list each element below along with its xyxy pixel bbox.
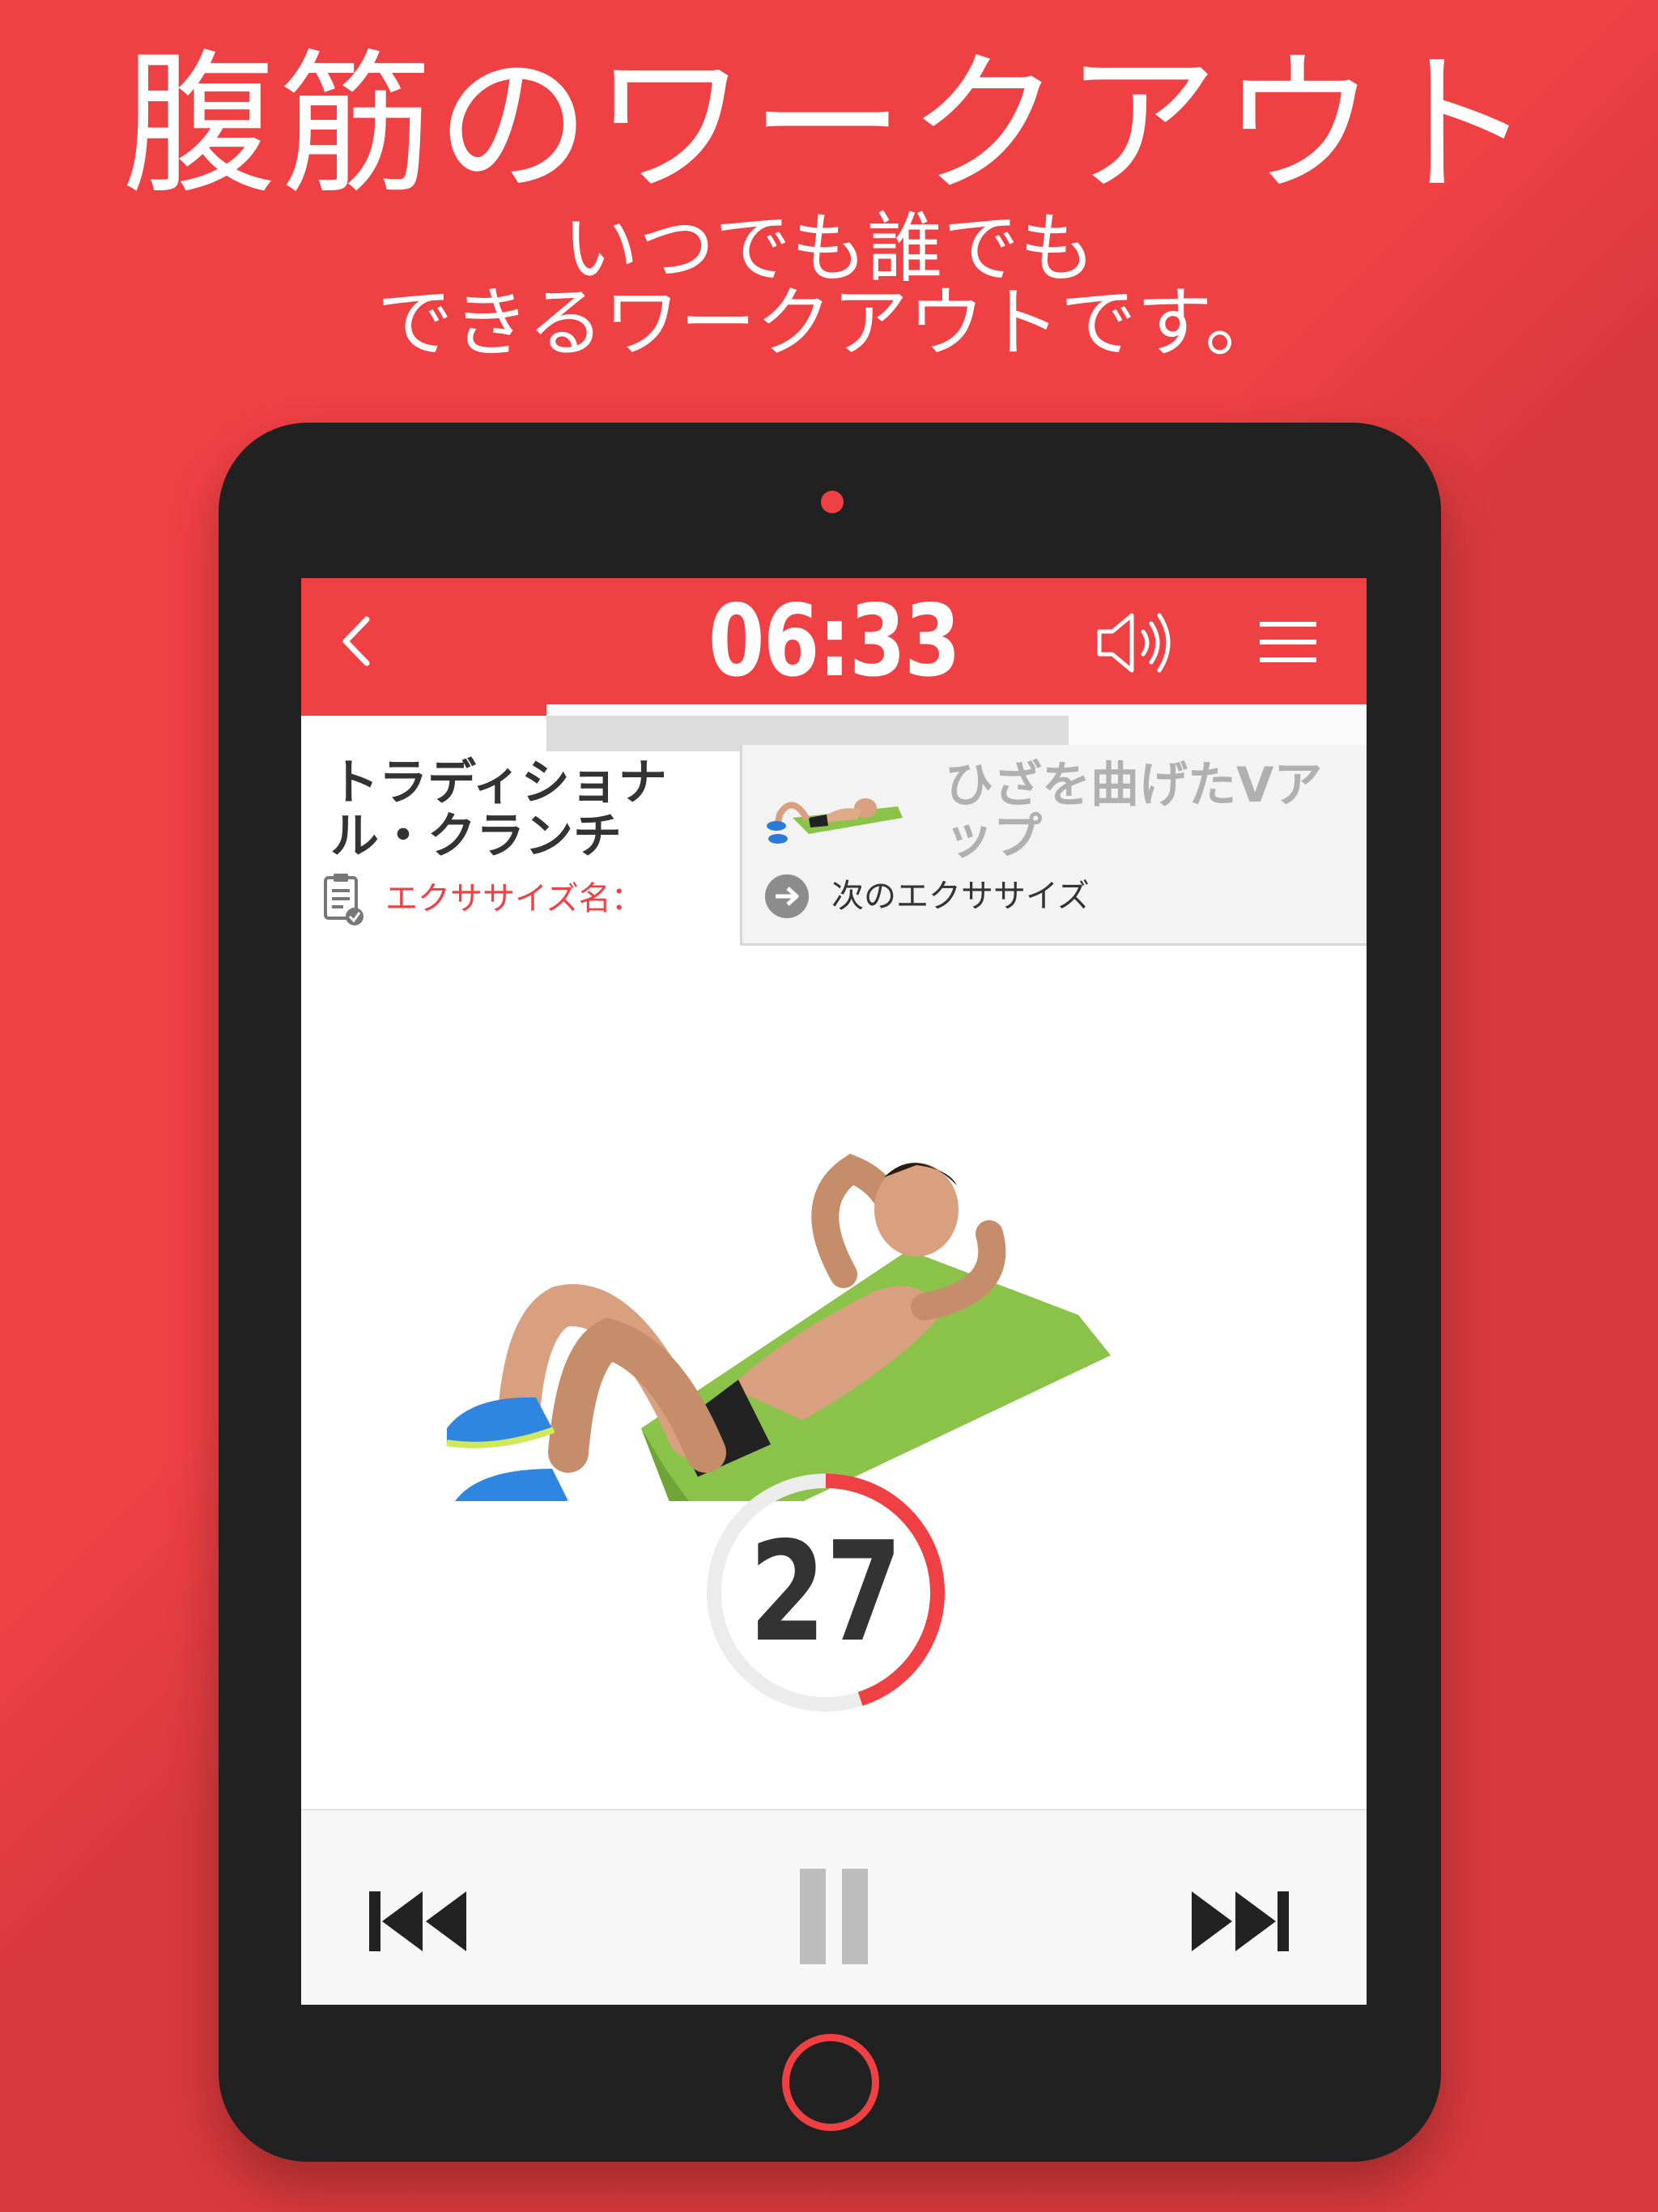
- sound-button[interactable]: [1095, 610, 1184, 675]
- workout-timer: 06:33: [708, 584, 961, 699]
- countdown-number: 27: [749, 1512, 903, 1673]
- arrow-right-icon: [765, 874, 809, 918]
- back-button[interactable]: [316, 601, 397, 682]
- rep-countdown: 27: [700, 1467, 951, 1718]
- current-exercise-name: トラディショナル・クランチ: [330, 755, 667, 865]
- speaker-icon: [1097, 613, 1171, 673]
- camera-dot: [821, 491, 844, 513]
- promo-title: 腹筋のワークアウト: [121, 36, 1536, 215]
- pause-icon[interactable]: [776, 1859, 892, 1964]
- app-screen: 06:33 トラディショナル・クランチ エクササイズ名： ひざを曲げたVアップ …: [301, 578, 1367, 2005]
- playback-controls: [301, 1809, 1367, 2005]
- top-bar: 06:33: [301, 578, 1367, 704]
- progress-completed-base: [301, 716, 546, 751]
- skip-next-icon[interactable]: [1175, 1859, 1297, 1964]
- next-exercise-name: ひざを曲げたVアップ: [945, 757, 1323, 866]
- next-exercise-thumbnail: [767, 798, 903, 844]
- next-exercise-panel[interactable]: ひざを曲げたVアップ 次のエクササイズ: [740, 745, 1367, 946]
- current-exercise-label: エクササイズ名：: [385, 880, 644, 917]
- promo-subtitle-line2: できるワークアウトです。: [376, 279, 1282, 368]
- skip-previous-icon[interactable]: [361, 1859, 483, 1964]
- exercise-illustration: [446, 1153, 1111, 1501]
- chevron-left-icon: [342, 616, 370, 666]
- menu-button[interactable]: [1248, 619, 1329, 667]
- progress-completed: [301, 704, 546, 716]
- home-button[interactable]: [782, 2034, 879, 2131]
- hamburger-menu-icon: [1260, 622, 1316, 662]
- promo-subtitle-line1: いつでも誰でも: [562, 205, 1095, 293]
- next-exercise-label: 次のエクササイズ: [831, 878, 1090, 915]
- clipboard-icon: [324, 874, 363, 925]
